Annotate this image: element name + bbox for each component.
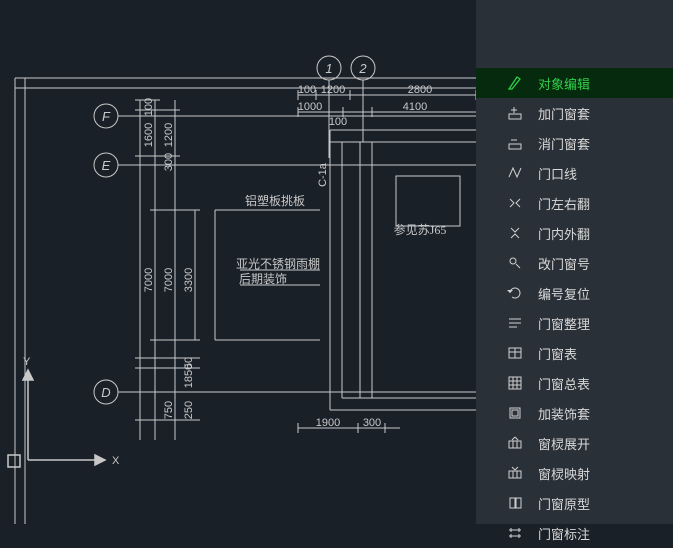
dim-left-1200: 1200 — [163, 123, 175, 147]
menu-item-object-edit[interactable]: 对象编辑 — [476, 68, 673, 98]
dim-top2-100: 100 — [329, 116, 347, 128]
grid-letter-E: E — [102, 158, 111, 173]
flip-lr-icon — [504, 195, 526, 211]
menu-item-table[interactable]: 门窗表 — [476, 338, 673, 368]
menu-label: 加门窗套 — [538, 104, 590, 123]
dim-left-1600: 1600 — [143, 123, 155, 147]
dim-left-3300: 3300 — [183, 268, 195, 292]
menu-label: 对象编辑 — [538, 74, 590, 93]
menu-item-mullion-map[interactable]: 窗棂映射 — [476, 458, 673, 488]
flip-io-icon — [504, 225, 526, 241]
menu-label: 窗棂展开 — [538, 434, 590, 453]
menu-item-remove-casing[interactable]: 消门窗套 — [476, 128, 673, 158]
dim-left-1850: 1850 — [183, 364, 195, 388]
reset-number-icon — [504, 285, 526, 301]
side-menu-panel: 对象编辑 加门窗套 消门窗套 门口线 门左右翻 门内外翻 改门窗号 编号复位 门… — [476, 0, 673, 524]
dim-top-100-1: 100 — [298, 84, 316, 96]
menu-item-flip-lr[interactable]: 门左右翻 — [476, 188, 673, 218]
dim-top-1200: 1200 — [321, 84, 345, 96]
dim-top-2800: 2800 — [408, 84, 432, 96]
table-icon — [504, 345, 526, 361]
menu-label: 编号复位 — [538, 284, 590, 303]
menu-label: 门窗整理 — [538, 314, 590, 333]
grid-number-1: 1 — [325, 61, 332, 76]
menu-label: 门窗表 — [538, 344, 577, 363]
summary-table-icon — [504, 375, 526, 391]
menu-item-add-decor[interactable]: 加装饰套 — [476, 398, 673, 428]
annotation-ref: 参见苏J65 — [394, 222, 447, 237]
menu-item-flip-io[interactable]: 门内外翻 — [476, 218, 673, 248]
grid-letter-D: D — [101, 385, 110, 400]
annotation-alu-panel: 铝塑板挑板 — [245, 193, 305, 208]
menu-label: 门窗标注 — [538, 524, 590, 543]
menu-label: 消门窗套 — [538, 134, 590, 153]
edit-object-icon — [504, 75, 526, 91]
menu-item-summary-table[interactable]: 门窗总表 — [476, 368, 673, 398]
axis-x-label: X — [112, 455, 120, 467]
add-decor-icon — [504, 405, 526, 421]
grid-letter-F: F — [102, 109, 111, 124]
menu-label: 门左右翻 — [538, 194, 590, 213]
door-line-icon — [504, 165, 526, 181]
annotation-tag: C-1a — [317, 162, 329, 187]
annotation-steel-grille: 亚光不锈钢雨棚 — [236, 256, 320, 271]
menu-label: 门窗总表 — [538, 374, 590, 393]
mullion-expand-icon — [504, 435, 526, 451]
dim-top2-4100: 4100 — [403, 101, 427, 113]
dim-bottom-1900: 1900 — [316, 417, 340, 429]
dim-left-300: 300 — [163, 153, 175, 171]
menu-item-organize[interactable]: 门窗整理 — [476, 308, 673, 338]
grid-number-2: 2 — [358, 61, 367, 76]
menu-label: 改门窗号 — [538, 254, 590, 273]
menu-item-annotate[interactable]: 门窗标注 — [476, 518, 673, 548]
dim-top2-1000: 1000 — [298, 101, 322, 113]
prototype-icon — [504, 495, 526, 511]
menu-item-add-casing[interactable]: 加门窗套 — [476, 98, 673, 128]
menu-item-door-line[interactable]: 门口线 — [476, 158, 673, 188]
annotate-icon — [504, 525, 526, 541]
menu-label: 窗棂映射 — [538, 464, 590, 483]
menu-label: 加装饰套 — [538, 404, 590, 423]
mullion-map-icon — [504, 465, 526, 481]
dim-left-7000-2: 7000 — [163, 268, 175, 292]
menu-label: 门口线 — [538, 164, 577, 183]
menu-item-change-number[interactable]: 改门窗号 — [476, 248, 673, 278]
change-number-icon — [504, 255, 526, 271]
dim-left-750: 750 — [163, 401, 175, 419]
axis-y-label: Y — [23, 356, 31, 368]
organize-icon — [504, 315, 526, 331]
add-casing-icon — [504, 105, 526, 121]
dim-bottom-300: 300 — [363, 417, 381, 429]
menu-item-mullion-expand[interactable]: 窗棂展开 — [476, 428, 673, 458]
dim-left-100-1: 100 — [143, 98, 155, 116]
cad-canvas[interactable]: 1 2 F E D 100 1200 2800 — [0, 0, 476, 524]
dim-left-7000-1: 7000 — [143, 268, 155, 292]
annotation-later-decor: 后期装饰 — [239, 272, 287, 286]
dim-left-250: 250 — [183, 401, 195, 419]
menu-label: 门内外翻 — [538, 224, 590, 243]
remove-casing-icon — [504, 135, 526, 151]
menu-item-prototype[interactable]: 门窗原型 — [476, 488, 673, 518]
menu-item-reset-number[interactable]: 编号复位 — [476, 278, 673, 308]
menu-label: 门窗原型 — [538, 494, 590, 513]
